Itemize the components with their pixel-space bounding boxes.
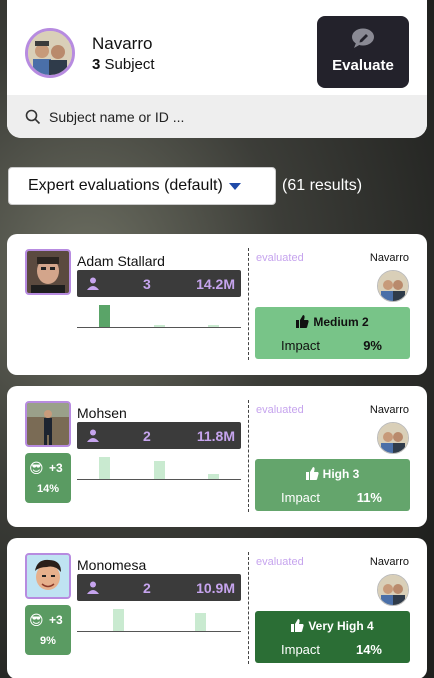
person-icon: [87, 429, 99, 442]
divider: [248, 400, 249, 512]
subject-size-value: 11.8M: [196, 428, 235, 444]
search-icon: [25, 109, 41, 124]
evaluator-avatar[interactable]: [377, 574, 409, 606]
header-card: Navarro 3 Subject Evaluate: [7, 0, 427, 138]
evaluated-label: evaluated: [256, 556, 304, 568]
impact-label: Impact: [281, 490, 321, 505]
mini-chart: [77, 452, 241, 480]
thumbs-up-icon: [305, 467, 319, 480]
subject-name: Adam Stallard: [77, 253, 165, 269]
subject-size-value: 10.9M: [196, 580, 235, 596]
subject-count-value: 3: [143, 276, 151, 292]
reaction-count: +3: [49, 461, 63, 475]
subject-count-value: 2: [143, 428, 151, 444]
evaluated-label: evaluated: [256, 252, 304, 264]
impact-value: 11%: [356, 490, 382, 505]
results-count: (61 results): [282, 177, 363, 194]
mini-chart-bar: [154, 325, 165, 327]
cool-face-icon: 😎: [29, 460, 44, 476]
mini-chart-bar: [99, 457, 110, 479]
evaluate-button[interactable]: Evaluate: [317, 16, 409, 88]
impact-label: Impact: [281, 642, 321, 657]
evaluation-card[interactable]: Mohsen 😎 +3 14% 2 11.8M evaluated Navarr…: [7, 386, 427, 527]
mini-chart-bar: [113, 609, 124, 631]
profile-header: Navarro 3 Subject Evaluate: [7, 0, 427, 100]
subject-photo-icon: [27, 555, 69, 597]
caret-down-icon: [228, 182, 241, 190]
evaluator-avatar[interactable]: [377, 422, 409, 454]
mini-chart-bar: [195, 613, 206, 631]
subject-count-number: 3: [92, 56, 101, 73]
subject-photo-icon: [27, 403, 69, 445]
verdict-text: High 3: [322, 467, 360, 481]
evaluated-label: evaluated: [256, 404, 304, 416]
verdict-label: Medium 2: [255, 315, 410, 329]
evaluator-photo-icon: [378, 271, 408, 301]
verdict-text: Very High 4: [308, 619, 374, 633]
impact-label: Impact: [281, 338, 321, 353]
search-bar[interactable]: [7, 95, 427, 138]
avatar-photo-icon: [28, 31, 72, 75]
stat-bar: 2 11.8M: [77, 422, 241, 449]
evaluator-name: Navarro: [369, 556, 409, 568]
mini-chart: [77, 300, 241, 328]
subject-avatar[interactable]: [25, 249, 71, 295]
subject-size-value: 14.2M: [196, 276, 235, 292]
verdict-text: Medium 2: [313, 315, 369, 329]
user-avatar[interactable]: [25, 28, 75, 78]
evaluator-photo-icon: [378, 575, 408, 605]
verdict-label: Very High 4: [255, 619, 410, 633]
search-input[interactable]: [49, 108, 379, 125]
mini-chart-bar: [99, 305, 110, 327]
subject-count-label: Subject: [104, 56, 155, 73]
verdict-badge[interactable]: High 3 Impact 11%: [255, 459, 410, 511]
evaluator-photo-icon: [378, 423, 408, 453]
verdict-badge[interactable]: Very High 4 Impact 14%: [255, 611, 410, 663]
evaluate-label: Evaluate: [332, 57, 394, 74]
divider: [248, 248, 249, 360]
impact-value: 14%: [355, 642, 382, 657]
reaction-percent: 9%: [40, 635, 56, 647]
evaluator-avatar[interactable]: [377, 270, 409, 302]
subject-count-value: 2: [143, 580, 151, 596]
reaction-badge[interactable]: 😎 +3 14%: [25, 453, 71, 503]
subject-name: Monomesa: [77, 557, 147, 573]
mini-chart-bar: [154, 461, 165, 479]
stat-bar: 2 10.9M: [77, 574, 241, 601]
evaluation-card[interactable]: Monomesa 😎 +3 9% 2 10.9M evaluated Navar…: [7, 538, 427, 678]
subject-avatar[interactable]: [25, 553, 71, 599]
subject-count: 3 Subject: [92, 56, 155, 73]
impact-value: 9%: [363, 338, 382, 353]
sort-dropdown-label: Expert evaluations (default): [28, 177, 223, 194]
divider: [248, 552, 249, 664]
evaluator-name: Navarro: [369, 252, 409, 264]
mini-chart-bar: [208, 325, 219, 327]
subject-photo-icon: [27, 251, 69, 293]
evaluator-name: Navarro: [369, 404, 409, 416]
stat-bar: 3 14.2M: [77, 270, 241, 297]
subject-name: Mohsen: [77, 405, 127, 421]
subject-avatar[interactable]: [25, 401, 71, 447]
edit-bubble-icon: [352, 28, 374, 48]
reaction-badge[interactable]: 😎 +3 9%: [25, 605, 71, 655]
thumbs-up-icon: [296, 315, 309, 328]
mini-chart: [77, 604, 241, 632]
person-icon: [87, 277, 99, 290]
evaluation-card[interactable]: Adam Stallard 3 14.2M evaluated Navarro …: [7, 234, 427, 375]
mini-chart-bar: [208, 474, 219, 479]
verdict-badge[interactable]: Medium 2 Impact 9%: [255, 307, 410, 359]
person-icon: [87, 581, 99, 594]
cool-face-icon: 😎: [29, 612, 44, 628]
reaction-count: +3: [49, 613, 63, 627]
user-name: Navarro: [92, 34, 153, 53]
reaction-percent: 14%: [36, 483, 60, 495]
verdict-label: High 3: [255, 467, 410, 481]
thumbs-up-icon: [291, 619, 304, 632]
sort-dropdown[interactable]: Expert evaluations (default): [8, 167, 276, 205]
